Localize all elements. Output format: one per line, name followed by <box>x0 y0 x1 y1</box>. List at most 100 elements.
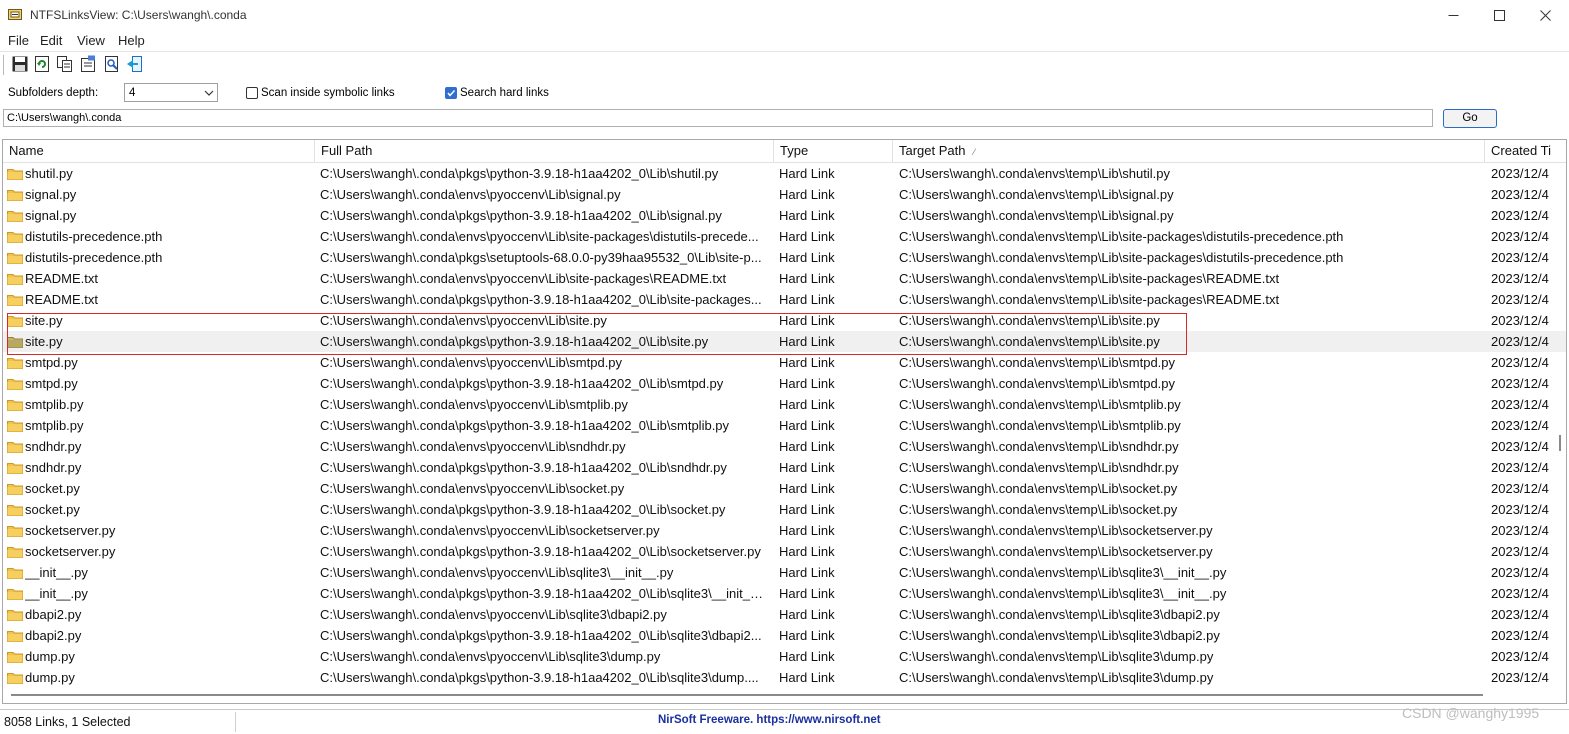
table-row[interactable]: smtpd.py C:\Users\wangh\.conda\envs\pyocc… <box>3 352 1566 373</box>
table-row[interactable]: signal.py C:\Users\wangh\.conda\envs\pyoc… <box>3 184 1566 205</box>
cell-type: Hard Link <box>779 250 835 265</box>
list-rows: shutil.py C:\Users\wangh\.conda\pkgs\pyth… <box>3 163 1566 688</box>
table-row[interactable]: socketserver.py C:\Users\wangh\.conda\pkg… <box>3 541 1566 562</box>
table-row[interactable]: distutils-precedence.pth C:\Users\wangh\.… <box>3 247 1566 268</box>
table-row[interactable]: distutils-precedence.pth C:\Users\wangh\.… <box>3 226 1566 247</box>
close-button[interactable] <box>1522 0 1568 30</box>
cell-type: Hard Link <box>779 481 835 496</box>
table-row[interactable]: dump.py C:\Users\wangh\.conda\envs\pyocce… <box>3 646 1566 667</box>
cell-created-time: 2023/12/4 <box>1491 481 1549 496</box>
app-icon <box>8 9 22 20</box>
column-header-name[interactable]: Name <box>3 140 315 162</box>
folder-icon <box>7 379 23 390</box>
folder-icon <box>7 505 23 516</box>
cell-name: socket.py <box>25 481 80 496</box>
column-header-label: Created Ti <box>1491 143 1551 158</box>
cell-name: smtpd.py <box>25 376 78 391</box>
table-row[interactable]: signal.py C:\Users\wangh\.conda\pkgs\pyth… <box>3 205 1566 226</box>
links-list[interactable]: Name Full Path Type Target Path ⁄ Created… <box>2 139 1567 704</box>
cell-created-time: 2023/12/4 <box>1491 208 1549 223</box>
cell-target-path: C:\Users\wangh\.conda\envs\temp\Lib\sock… <box>899 523 1213 538</box>
cell-target-path: C:\Users\wangh\.conda\envs\temp\Lib\sign… <box>899 208 1174 223</box>
folder-icon <box>7 652 23 663</box>
column-header-type[interactable]: Type <box>774 140 893 162</box>
column-header-target-path[interactable]: Target Path ⁄ <box>893 140 1485 162</box>
folder-icon <box>7 631 23 642</box>
minimize-button[interactable] <box>1430 0 1476 30</box>
column-header-created-time[interactable]: Created Ti <box>1485 140 1566 162</box>
table-row[interactable]: sndhdr.py C:\Users\wangh\.conda\pkgs\pyth… <box>3 457 1566 478</box>
cell-name: README.txt <box>25 271 98 286</box>
table-row[interactable]: dump.py C:\Users\wangh\.conda\pkgs\python… <box>3 667 1566 688</box>
table-row[interactable]: README.txt C:\Users\wangh\.conda\envs\pyo… <box>3 268 1566 289</box>
cell-type: Hard Link <box>779 670 835 685</box>
cell-name: dbapi2.py <box>25 628 82 643</box>
cell-name: shutil.py <box>25 166 73 181</box>
table-row[interactable]: shutil.py C:\Users\wangh\.conda\pkgs\pyth… <box>3 163 1566 184</box>
table-row[interactable]: dbapi2.py C:\Users\wangh\.conda\envs\pyoc… <box>3 604 1566 625</box>
nirsoft-link[interactable]: NirSoft Freeware. https://www.nirsoft.ne… <box>658 714 881 726</box>
menu-view[interactable]: View <box>77 33 105 48</box>
exit-icon[interactable] <box>126 55 144 73</box>
path-input[interactable] <box>3 109 1433 127</box>
table-row[interactable]: README.txt C:\Users\wangh\.conda\pkgs\pyt… <box>3 289 1566 310</box>
column-header-label: Name <box>9 143 44 158</box>
table-row[interactable]: smtplib.py C:\Users\wangh\.conda\pkgs\pyt… <box>3 415 1566 436</box>
cell-full-path: C:\Users\wangh\.conda\pkgs\python-3.9.18… <box>320 502 726 517</box>
table-row[interactable]: socket.py C:\Users\wangh\.conda\envs\pyoc… <box>3 478 1566 499</box>
maximize-icon <box>1493 9 1505 21</box>
cell-type: Hard Link <box>779 355 835 370</box>
cell-full-path: C:\Users\wangh\.conda\envs\pyoccenv\Lib\… <box>320 313 607 328</box>
table-row[interactable]: site.py C:\Users\wangh\.conda\pkgs\python… <box>3 331 1566 352</box>
refresh-icon[interactable] <box>33 55 51 73</box>
cell-target-path: C:\Users\wangh\.conda\envs\temp\Lib\site… <box>899 313 1160 328</box>
cell-name: smtplib.py <box>25 397 84 412</box>
folder-icon <box>7 190 23 201</box>
cell-created-time: 2023/12/4 <box>1491 544 1549 559</box>
depth-label: Subfolders depth: <box>8 87 99 99</box>
copy-icon[interactable] <box>56 55 74 73</box>
folder-icon <box>7 568 23 579</box>
table-row[interactable]: smtpd.py C:\Users\wangh\.conda\pkgs\pytho… <box>3 373 1566 394</box>
table-row[interactable]: smtplib.py C:\Users\wangh\.conda\envs\pyo… <box>3 394 1566 415</box>
cell-created-time: 2023/12/4 <box>1491 292 1549 307</box>
horizontal-scrollbar[interactable] <box>11 694 1483 696</box>
table-row[interactable]: __init__.py C:\Users\wangh\.conda\pkgs\py… <box>3 583 1566 604</box>
cell-type: Hard Link <box>779 187 835 202</box>
cell-full-path: C:\Users\wangh\.conda\envs\pyoccenv\Lib\… <box>320 397 628 412</box>
table-row[interactable]: socket.py C:\Users\wangh\.conda\pkgs\pyth… <box>3 499 1566 520</box>
cell-type: Hard Link <box>779 523 835 538</box>
chevron-down-icon <box>204 90 214 96</box>
depth-select[interactable]: 4 <box>124 83 218 102</box>
maximize-button[interactable] <box>1476 0 1522 30</box>
cell-full-path: C:\Users\wangh\.conda\envs\pyoccenv\Lib\… <box>320 439 626 454</box>
table-row[interactable]: sndhdr.py C:\Users\wangh\.conda\envs\pyoc… <box>3 436 1566 457</box>
cell-type: Hard Link <box>779 292 835 307</box>
cell-type: Hard Link <box>779 334 835 349</box>
go-button[interactable]: Go <box>1443 109 1497 128</box>
cell-name: smtplib.py <box>25 418 84 433</box>
find-icon[interactable] <box>103 55 121 73</box>
cell-name: site.py <box>25 313 63 328</box>
sort-indicator-icon: ⁄ <box>973 147 976 157</box>
scan-symbolic-checkbox[interactable] <box>246 87 258 99</box>
cell-created-time: 2023/12/4 <box>1491 397 1549 412</box>
minimize-icon <box>1448 14 1458 16</box>
menu-file[interactable]: File <box>8 33 29 48</box>
search-hard-checkbox[interactable] <box>445 87 457 99</box>
table-row[interactable]: __init__.py C:\Users\wangh\.conda\envs\py… <box>3 562 1566 583</box>
column-header-full-path[interactable]: Full Path <box>315 140 774 162</box>
cell-full-path: C:\Users\wangh\.conda\envs\pyoccenv\Lib\… <box>320 649 661 664</box>
save-icon[interactable] <box>11 55 29 73</box>
table-row[interactable]: site.py C:\Users\wangh\.conda\envs\pyocce… <box>3 310 1566 331</box>
cell-created-time: 2023/12/4 <box>1491 523 1549 538</box>
menu-edit[interactable]: Edit <box>40 33 62 48</box>
cell-full-path: C:\Users\wangh\.conda\envs\pyoccenv\Lib\… <box>320 565 674 580</box>
watermark: CSDN @wanghy1995 <box>1402 705 1540 721</box>
cell-target-path: C:\Users\wangh\.conda\envs\temp\Lib\sndh… <box>899 460 1179 475</box>
properties-icon[interactable] <box>79 55 97 73</box>
menu-help[interactable]: Help <box>118 33 145 48</box>
table-row[interactable]: dbapi2.py C:\Users\wangh\.conda\pkgs\pyth… <box>3 625 1566 646</box>
vertical-scrollbar[interactable] <box>1559 435 1561 451</box>
table-row[interactable]: socketserver.py C:\Users\wangh\.conda\env… <box>3 520 1566 541</box>
